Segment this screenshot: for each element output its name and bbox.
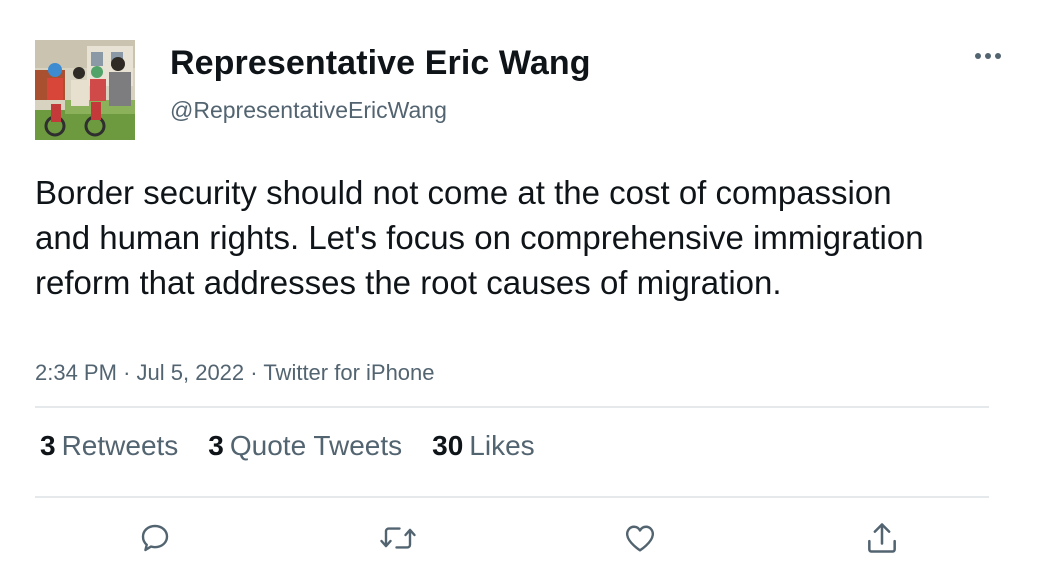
share-button[interactable] <box>862 518 902 558</box>
reply-button[interactable] <box>135 518 175 558</box>
divider <box>35 406 989 408</box>
meta-separator: · <box>123 360 131 385</box>
avatar[interactable] <box>35 40 135 140</box>
retweet-button[interactable] <box>378 518 418 558</box>
like-button[interactable] <box>620 518 660 558</box>
likes-stat[interactable]: 30 Likes <box>432 430 535 462</box>
retweets-label: Retweets <box>61 430 179 461</box>
quote-tweets-stat[interactable]: 3 Quote Tweets <box>208 430 402 462</box>
quote-tweets-label: Quote Tweets <box>229 430 403 461</box>
likes-count: 30 <box>432 430 464 461</box>
tweet-time[interactable]: 2:34 PM <box>35 360 117 385</box>
engagement-stats: 3 Retweets 3 Quote Tweets 30 Likes <box>40 430 535 462</box>
tweet-date[interactable]: Jul 5, 2022 <box>137 360 245 385</box>
more-options-button[interactable] <box>968 42 1008 70</box>
tweet-text: Border security should not come at the c… <box>35 174 924 301</box>
heart-icon <box>625 525 655 552</box>
retweets-stat[interactable]: 3 Retweets <box>40 430 178 462</box>
retweet-icon <box>380 527 416 549</box>
avatar-photo <box>35 40 135 140</box>
likes-label: Likes <box>469 430 535 461</box>
author-handle[interactable]: @RepresentativeEricWang <box>170 97 447 124</box>
author-name[interactable]: Representative Eric Wang <box>170 44 591 83</box>
share-icon <box>868 523 896 553</box>
retweets-count: 3 <box>40 430 56 461</box>
more-icon <box>975 53 1001 59</box>
divider <box>35 496 989 498</box>
quote-tweets-count: 3 <box>208 430 224 461</box>
tweet-source[interactable]: Twitter for iPhone <box>263 360 434 385</box>
tweet-meta: 2:34 PM · Jul 5, 2022 · Twitter for iPho… <box>35 360 435 386</box>
reply-icon <box>141 524 169 552</box>
meta-separator: · <box>250 360 258 385</box>
